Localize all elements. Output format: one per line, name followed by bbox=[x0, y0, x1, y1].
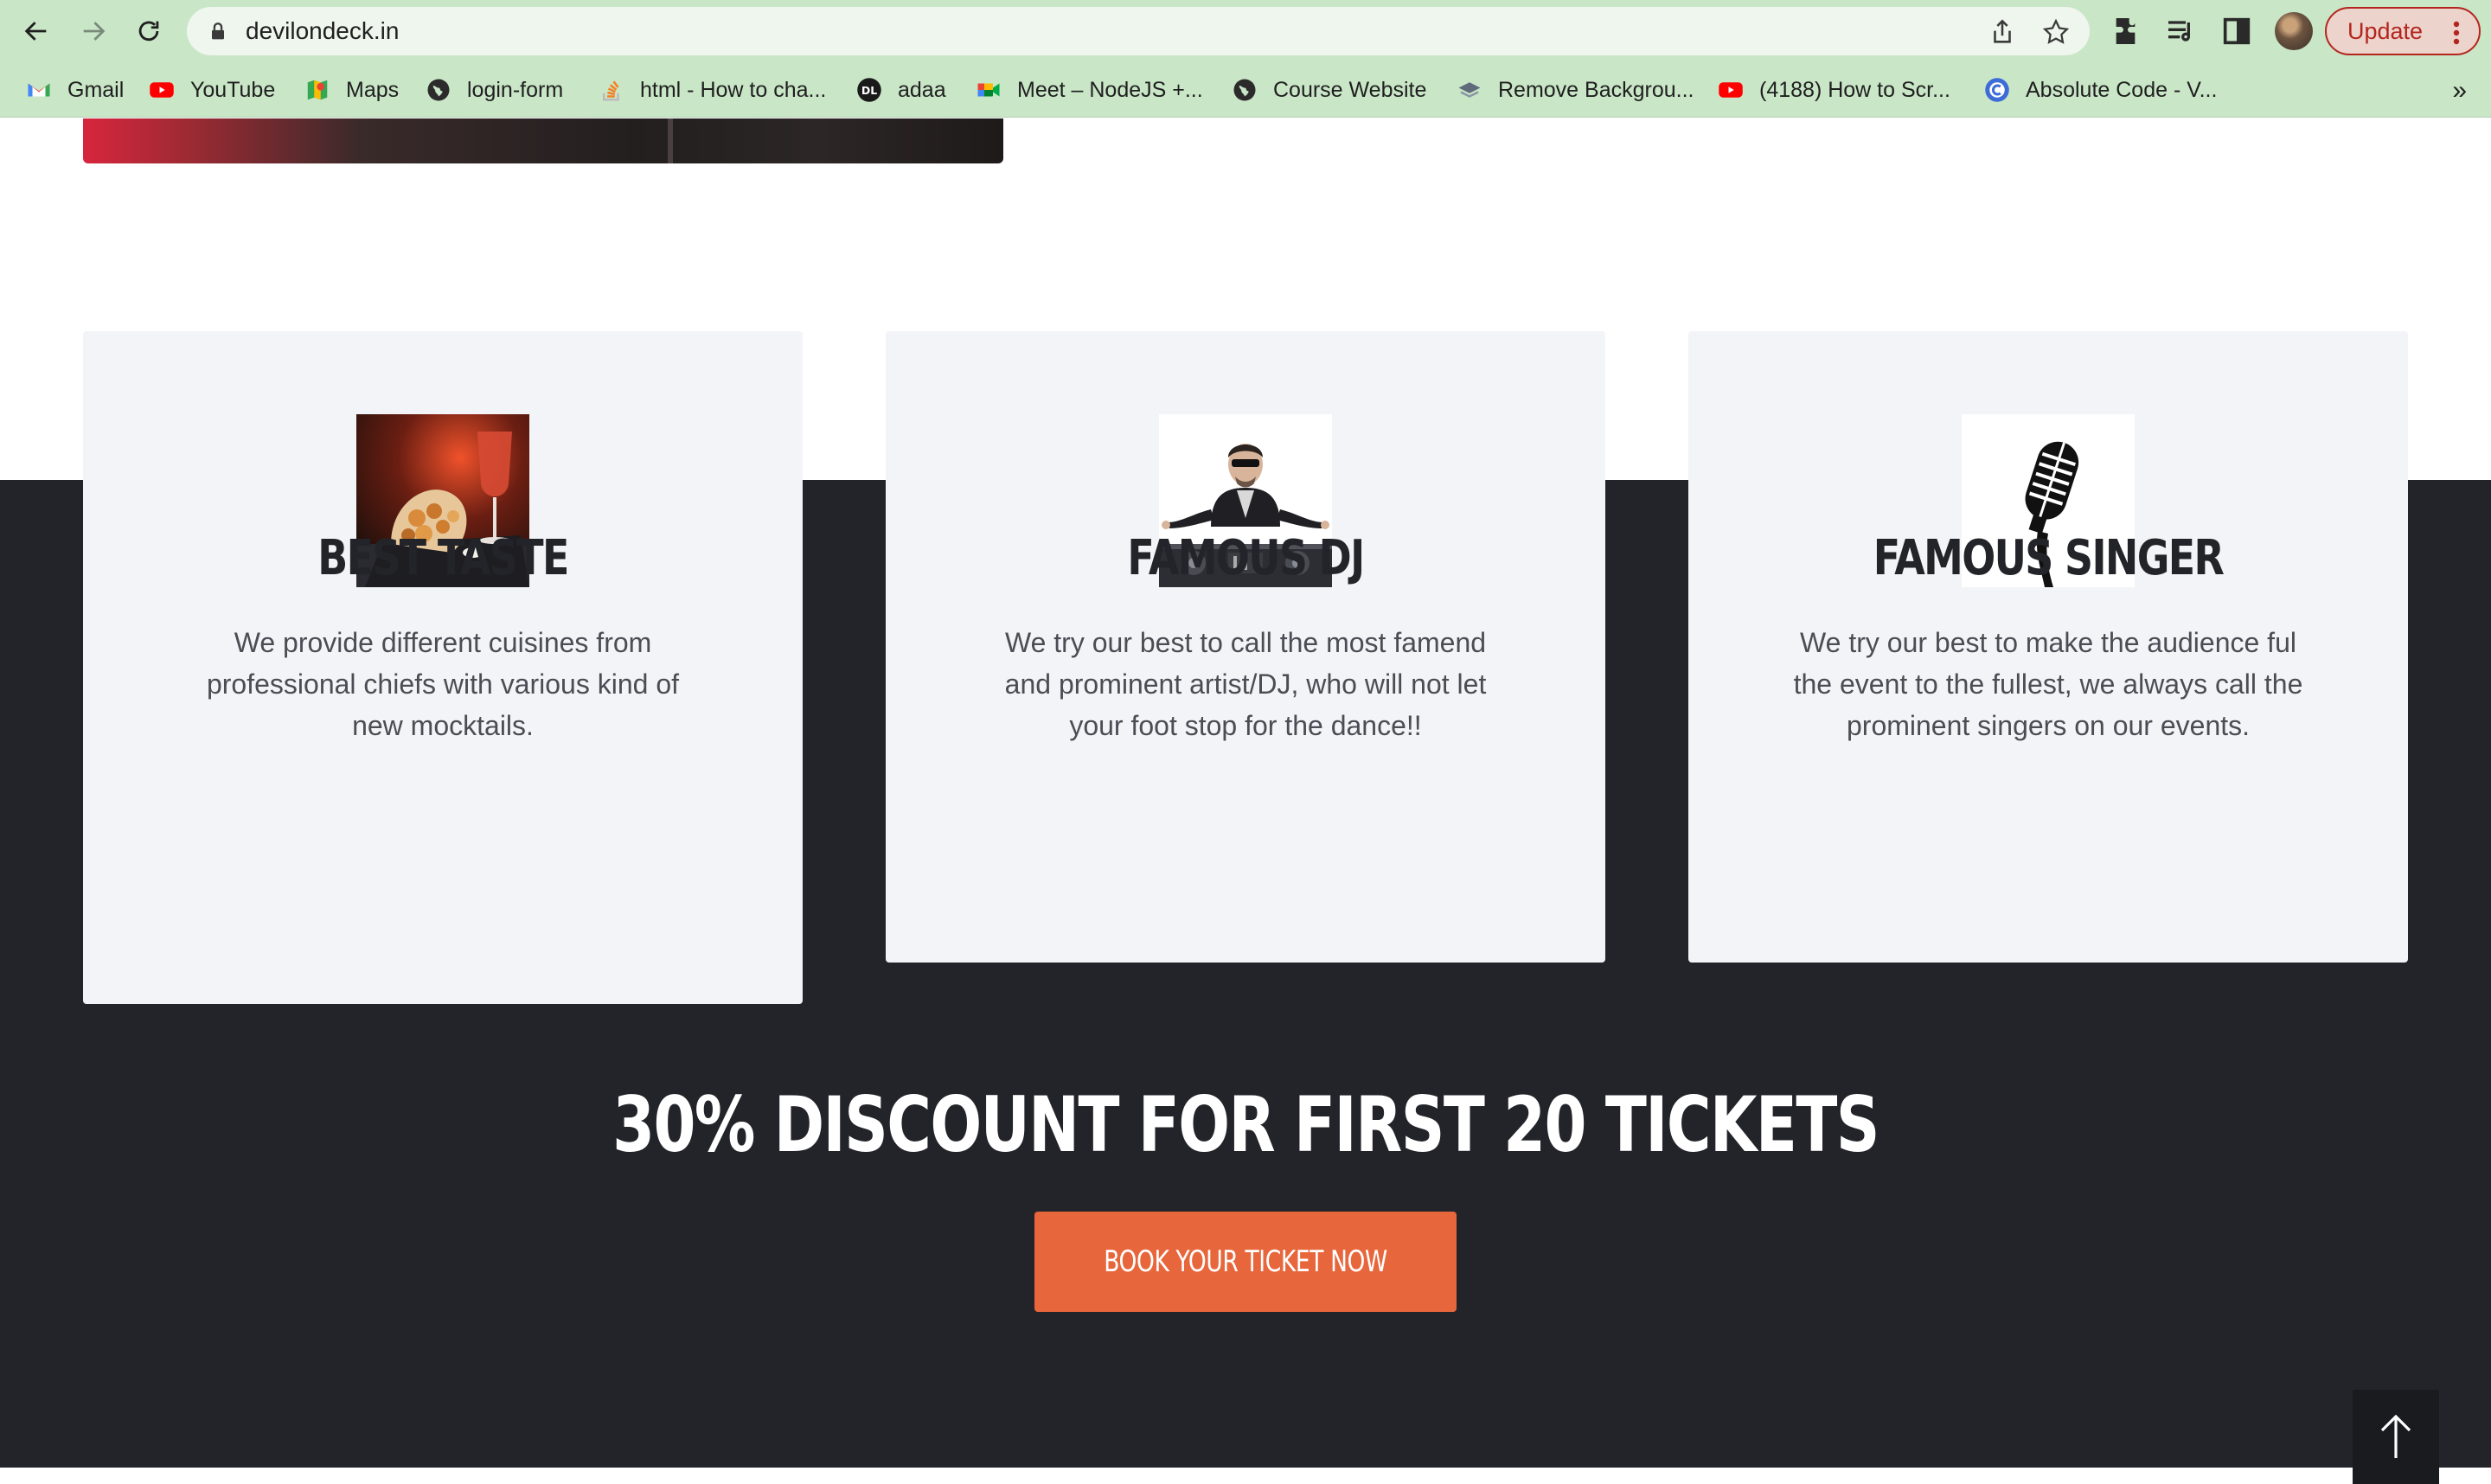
profile-avatar[interactable] bbox=[2275, 12, 2313, 50]
side-panel-icon[interactable] bbox=[2219, 14, 2254, 48]
hero-image-detail bbox=[668, 118, 673, 163]
maps-icon bbox=[307, 80, 328, 100]
bookmark-maps[interactable]: Maps bbox=[304, 62, 399, 118]
feature-title: FAMOUS SINGER bbox=[1873, 530, 2225, 586]
book-ticket-label: BOOK YOUR TICKET NOW bbox=[1104, 1244, 1387, 1279]
feature-description: We try our best to call the most famend … bbox=[1004, 627, 1487, 741]
bookmark-label: adaa bbox=[898, 77, 946, 102]
reload-icon bbox=[138, 21, 159, 42]
bookmark-label: Course Website bbox=[1273, 77, 1427, 102]
bookmark-label: (4188) How to Scr... bbox=[1759, 77, 1950, 102]
bookmark-label: login-form bbox=[467, 77, 564, 102]
media-queue-icon[interactable] bbox=[2164, 14, 2199, 48]
url-text: devilondeck.in bbox=[246, 17, 400, 44]
lock-icon bbox=[212, 22, 224, 40]
dl-icon: DL bbox=[857, 78, 881, 102]
stackoverflow-icon bbox=[603, 80, 619, 101]
bookmark-label: Remove Backgrou... bbox=[1498, 77, 1694, 102]
update-label: Update bbox=[2347, 17, 2424, 44]
bookmark-adaa[interactable]: DL adaa bbox=[856, 62, 946, 118]
bookmark-label: YouTube bbox=[190, 77, 276, 102]
forward-button[interactable] bbox=[74, 12, 112, 50]
feature-description: We try our best to make the audience ful… bbox=[1793, 627, 2303, 741]
absolute-code-icon bbox=[1985, 78, 2009, 102]
meet-icon bbox=[977, 83, 1000, 97]
gmail-icon bbox=[28, 83, 50, 97]
page-viewport: BEST TASTE We provide different cuisines… bbox=[0, 118, 2491, 1484]
more-vert-icon bbox=[2453, 21, 2460, 45]
bookmark-login-form[interactable]: login-form bbox=[426, 62, 563, 118]
back-button[interactable] bbox=[17, 12, 55, 50]
address-bar[interactable]: devilondeck.in bbox=[187, 7, 2090, 55]
arrow-right-icon bbox=[83, 22, 106, 41]
arrow-up-icon bbox=[2380, 1414, 2411, 1458]
svg-text:DL: DL bbox=[861, 84, 877, 97]
browser-toolbar: devilondeck.in Update bbox=[0, 0, 2491, 62]
globe-icon bbox=[427, 79, 450, 101]
bookmark-absolute-code[interactable]: Absolute Code - V... bbox=[1984, 62, 2217, 118]
bookmark-label: Gmail bbox=[67, 77, 125, 102]
book-ticket-button[interactable]: BOOK YOUR TICKET NOW bbox=[1034, 1212, 1457, 1312]
extensions-icon[interactable] bbox=[2110, 14, 2145, 48]
bookmarks-overflow-chevron-icon[interactable]: » bbox=[2452, 76, 2467, 106]
feature-description: We provide different cuisines from profe… bbox=[206, 627, 680, 741]
feature-card-famous-singer: FAMOUS SINGER We try our best to make th… bbox=[1688, 331, 2408, 963]
reload-button[interactable] bbox=[130, 12, 168, 50]
discount-headline: 30% DISCOUNT FOR FIRST 20 TICKETS bbox=[612, 1080, 1879, 1169]
update-button[interactable]: Update bbox=[2325, 7, 2481, 55]
bookmark-stackoverflow[interactable]: html - How to cha... bbox=[599, 62, 826, 118]
youtube-icon bbox=[1719, 82, 1743, 98]
bookmark-meet[interactable]: Meet – NodeJS +... bbox=[976, 62, 1203, 118]
bookmarks-bar: Gmail YouTube Maps login-form html - How… bbox=[0, 62, 2491, 118]
bookmark-label: Maps bbox=[346, 77, 400, 102]
bookmark-youtube[interactable]: YouTube bbox=[149, 62, 275, 118]
feature-card-best-taste: BEST TASTE We provide different cuisines… bbox=[83, 331, 803, 1004]
feature-title: BEST TASTE bbox=[317, 530, 569, 586]
youtube-icon bbox=[150, 82, 174, 98]
bookmark-youtube-video[interactable]: (4188) How to Scr... bbox=[1718, 62, 1950, 118]
feature-title: FAMOUS DJ bbox=[1127, 530, 1365, 586]
layers-icon bbox=[1458, 82, 1481, 98]
arrow-left-icon bbox=[24, 22, 47, 41]
scroll-to-top-button[interactable] bbox=[2353, 1390, 2439, 1484]
bookmark-label: Absolute Code - V... bbox=[2026, 77, 2218, 102]
globe-icon bbox=[1233, 79, 1256, 101]
bookmark-remove-background[interactable]: Remove Backgrou... bbox=[1457, 62, 1694, 118]
bookmark-course-website[interactable]: Course Website bbox=[1232, 62, 1426, 118]
bookmark-label: html - How to cha... bbox=[640, 77, 827, 102]
hero-image-bottom bbox=[83, 118, 1003, 163]
bookmark-gmail[interactable]: Gmail bbox=[26, 62, 124, 118]
feature-card-famous-dj: FAMOUS DJ We try our best to call the mo… bbox=[886, 331, 1605, 963]
star-icon[interactable] bbox=[2041, 17, 2071, 47]
bookmark-label: Meet – NodeJS +... bbox=[1017, 77, 1203, 102]
share-icon[interactable] bbox=[1988, 17, 2017, 47]
